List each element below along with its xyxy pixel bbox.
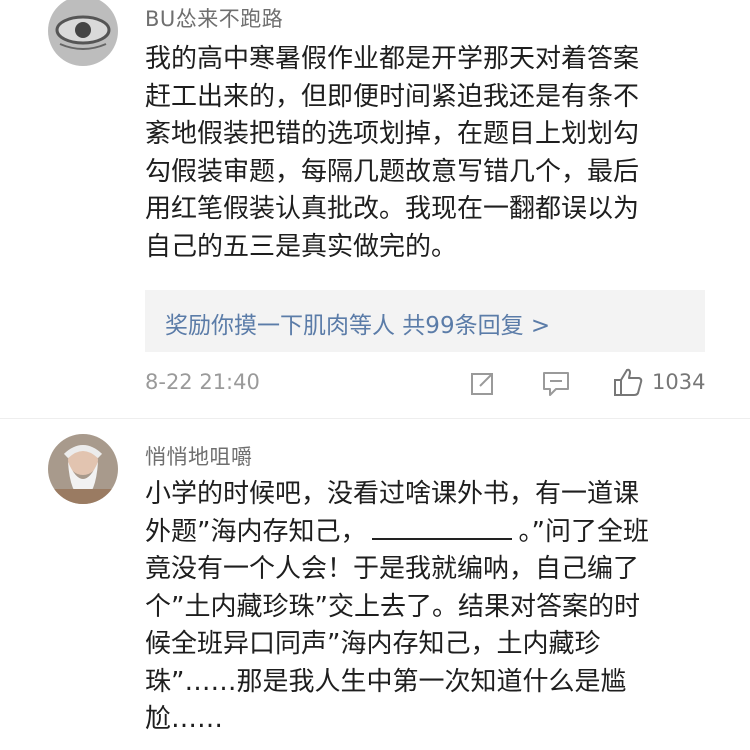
blank-underline [372,516,513,540]
comment-icon[interactable] [542,370,570,398]
comment-item-2: 悄悄地咀嚼 小学的时候吧，没看过啥课外书，有一道课 外题”海内存知己， 。”问了全… [0,418,750,750]
comment-body: 小学的时候吧，没看过啥课外书，有一道课 外题”海内存知己， 。”问了全班 竟没有一… [145,476,720,739]
comment-item-1: BU怂来不跑路 我的高中寒暑假作业都是开学那天对着答案 赶工出来的，但即便时间紧… [0,0,750,418]
comment-line: 用红笔假装认真批改。我现在一翻都误以为 [145,194,640,224]
comment-line: 勾假装审题，每隔几题故意写错几个，最后 [145,156,640,187]
username[interactable]: 悄悄地咀嚼 [145,441,253,471]
timestamp: 8-22 21:40 [145,370,260,394]
reply-preview-box[interactable]: 奖励你摸一下肌肉等人 共99条回复 > [145,290,705,352]
share-icon[interactable] [470,370,496,396]
avatar[interactable] [48,434,118,504]
comment-line: 紊地假装把错的选项划掉，在题目上划划勾 [145,119,640,149]
comment-text-fragment: 外题”海内存知己， [145,516,367,547]
avatar[interactable] [48,0,118,66]
comment-line: 外题”海内存知己， 。”问了全班 [145,514,720,552]
comment-line: 尬…… [145,704,224,734]
comment-body: 我的高中寒暑假作业都是开学那天对着答案 赶工出来的，但即便时间紧迫我还是有条不 … [145,41,720,266]
comment-line: 自己的五三是真实做完的。 [145,231,458,262]
comment-line: 小学的时候吧，没看过啥课外书，有一道课 [145,479,640,509]
comment-line: 个”土内藏珍珠”交上去了。结果对答案的时 [145,591,640,622]
comment-text-fragment: 。”问了全班 [518,516,649,547]
like-icon[interactable] [612,366,644,398]
reply-preview-link[interactable]: 奖励你摸一下肌肉等人 共99条回复 > [165,306,550,340]
comment-line: 我的高中寒暑假作业都是开学那天对着答案 [145,44,640,74]
comment-line: 珠”……那是我人生中第一次知道什么是尴 [145,666,627,697]
username[interactable]: BU怂来不跑路 [145,3,283,33]
comment-line: 赶工出来的，但即便时间紧迫我还是有条不 [145,81,640,112]
like-count: 1034 [652,370,706,394]
comment-line: 候全班异口同声”海内存知己，土内藏珍 [145,629,601,659]
comment-line: 竟没有一个人会！于是我就编呐，自己编了 [145,554,640,584]
